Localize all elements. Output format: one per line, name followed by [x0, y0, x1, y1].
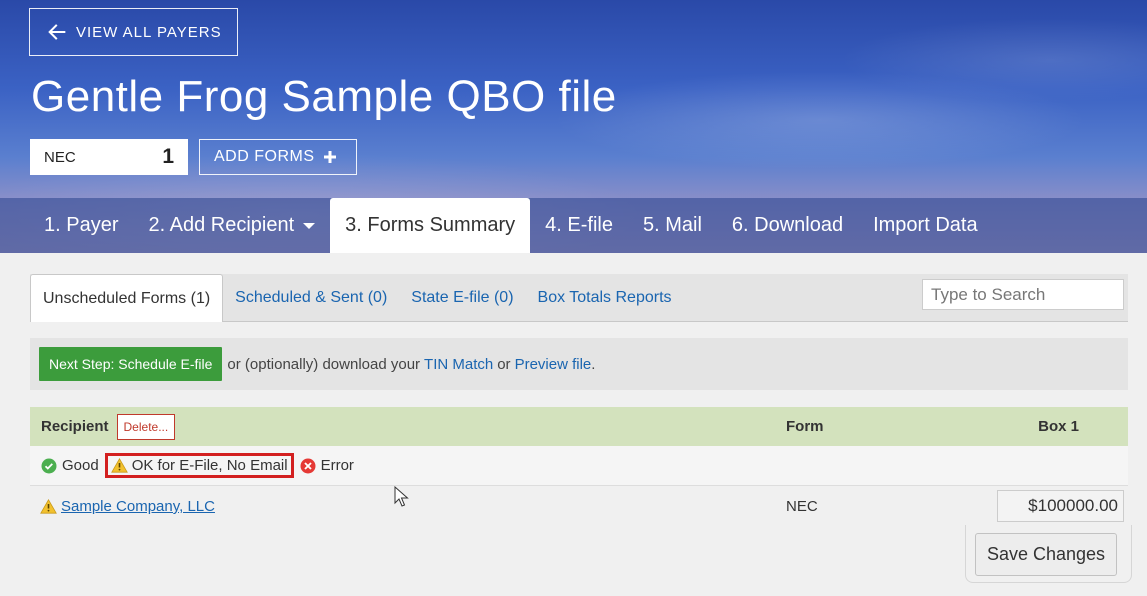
- status-legend: Good OK for E-File, No Email Error: [30, 446, 1128, 486]
- forms-subtabs: Unscheduled Forms (1) Scheduled & Sent (…: [30, 274, 1128, 322]
- tab-forms-summary-label: 3. Forms Summary: [345, 214, 516, 236]
- recipient-column-header[interactable]: Recipient: [41, 418, 109, 435]
- preview-file-link[interactable]: Preview file: [515, 356, 592, 373]
- delete-button[interactable]: Delete...: [116, 413, 176, 440]
- view-all-payers-button[interactable]: VIEW ALL PAYERS: [29, 8, 238, 56]
- check-circle-icon: [41, 458, 57, 473]
- tab-e-file-label: 4. E-file: [545, 214, 613, 236]
- form-count-box: NEC 1: [30, 139, 188, 175]
- warning-icon: [110, 458, 128, 473]
- header-banner: VIEW ALL PAYERS Gentle Frog Sample QBO f…: [0, 0, 1147, 253]
- tab-mail-label: 5. Mail: [642, 214, 702, 236]
- form-column-header[interactable]: Form: [786, 418, 824, 435]
- tab-download[interactable]: 6. Download: [717, 198, 858, 253]
- view-all-payers-label: VIEW ALL PAYERS: [76, 23, 222, 41]
- recipient-link[interactable]: Sample Company, LLC: [40, 498, 215, 515]
- error-circle-icon: [300, 458, 316, 473]
- subtab-unscheduled-forms[interactable]: Unscheduled Forms (1): [30, 274, 224, 322]
- form-type-label: NEC: [44, 148, 76, 166]
- row-form-type: NEC: [786, 498, 818, 515]
- main-content: Unscheduled Forms (1) Scheduled & Sent (…: [0, 253, 1147, 596]
- legend-ok-label: OK for E-File, No Email: [131, 457, 288, 474]
- legend-good: Good: [41, 457, 99, 474]
- tab-mail[interactable]: 5. Mail: [628, 198, 717, 253]
- step-text-3: .: [591, 355, 596, 373]
- tin-match-link[interactable]: TIN Match: [424, 356, 493, 373]
- warning-icon: [40, 499, 57, 514]
- box1-amount-input[interactable]: [997, 490, 1124, 522]
- recipient-name: Sample Company, LLC: [61, 498, 215, 515]
- save-changes-button[interactable]: Save Changes: [975, 533, 1117, 576]
- tab-add-recipient[interactable]: 2. Add Recipient: [133, 198, 330, 253]
- schedule-efile-button[interactable]: Next Step: Schedule E-file: [39, 347, 223, 381]
- plus-icon: [323, 151, 336, 163]
- caret-down-icon: [303, 222, 316, 229]
- main-nav-tabs: 1. Payer 2. Add Recipient 3. Forms Summa…: [0, 198, 1147, 253]
- tab-add-recipient-label: 2. Add Recipient: [148, 214, 295, 236]
- tab-forms-summary[interactable]: 3. Forms Summary: [330, 198, 531, 253]
- tab-download-label: 6. Download: [731, 214, 844, 236]
- legend-ok-highlight: OK for E-File, No Email: [104, 453, 294, 478]
- legend-error: Error: [300, 457, 354, 474]
- box1-column-header[interactable]: Box 1: [1038, 418, 1079, 435]
- legend-error-label: Error: [320, 457, 354, 474]
- form-count: 1: [162, 145, 174, 168]
- subtab-box-totals-reports[interactable]: Box Totals Reports: [526, 274, 684, 321]
- step-text-1: or (optionally) download your: [227, 355, 421, 373]
- legend-good-label: Good: [62, 457, 99, 474]
- tab-payer-label: 1. Payer: [44, 214, 119, 236]
- mouse-cursor-icon: [394, 486, 409, 507]
- search-input[interactable]: [922, 279, 1124, 310]
- tab-e-file[interactable]: 4. E-file: [530, 198, 628, 253]
- next-step-bar: Next Step: Schedule E-file or (optionall…: [30, 338, 1128, 390]
- subtab-state-efile[interactable]: State E-file (0): [399, 274, 525, 321]
- table-row: Sample Company, LLC NEC: [30, 487, 1128, 526]
- table-header: Recipient Delete... Form Box 1: [30, 407, 1128, 446]
- page-title: Gentle Frog Sample QBO file: [31, 72, 617, 121]
- step-text-2: or: [497, 355, 511, 373]
- arrow-left-icon: [48, 24, 66, 40]
- add-forms-label: ADD FORMS: [214, 148, 315, 165]
- add-forms-button[interactable]: ADD FORMS: [199, 139, 357, 175]
- tab-import-data-label: Import Data: [873, 214, 978, 236]
- subtab-scheduled-sent[interactable]: Scheduled & Sent (0): [223, 274, 399, 321]
- tab-payer[interactable]: 1. Payer: [0, 198, 133, 253]
- tab-import-data[interactable]: Import Data: [858, 198, 992, 253]
